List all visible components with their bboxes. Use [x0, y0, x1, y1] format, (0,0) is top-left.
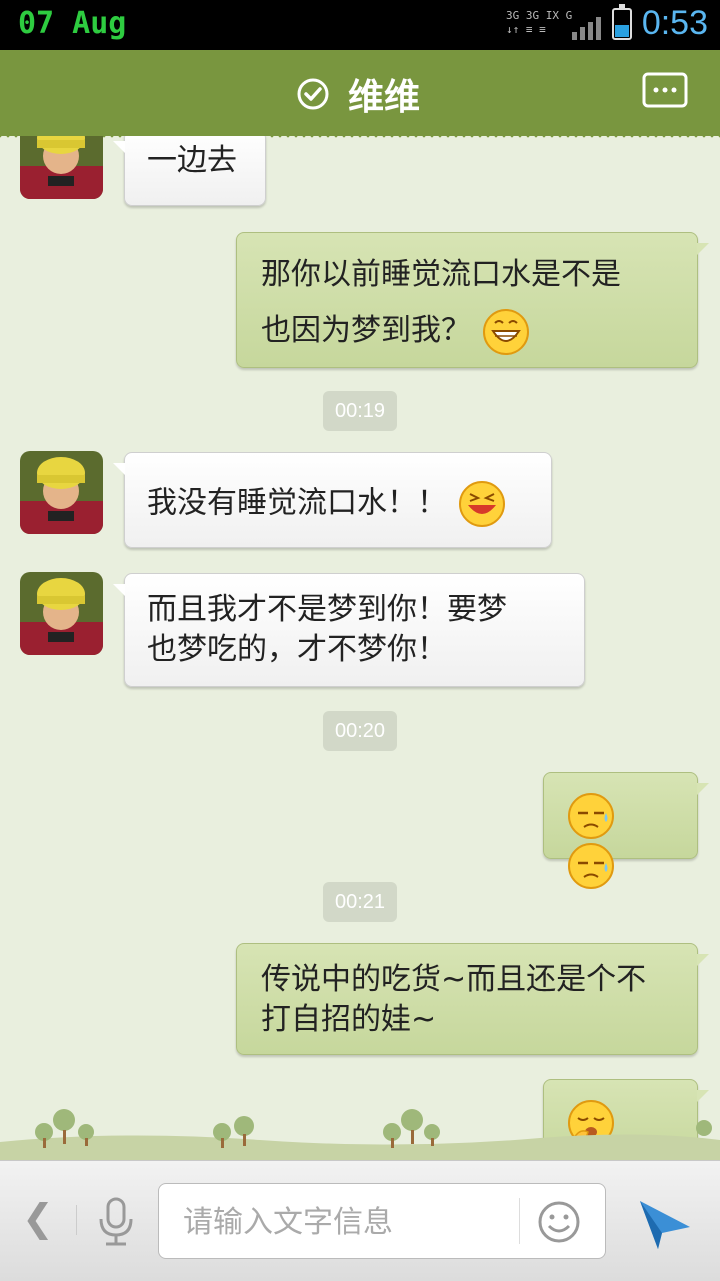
- laugh-emoji-icon: [457, 479, 507, 529]
- message-text: 而且我才不是梦到你！要梦: [147, 592, 507, 627]
- message-text: 一边去: [147, 143, 237, 178]
- chat-title: 维维: [296, 70, 420, 118]
- chat-area[interactable]: 一边去 那你以前睡觉流口水是不是 也因为梦到我？ 00:19 我没有睡觉流口水！…: [0, 136, 720, 1160]
- message-timestamp: 00:21: [323, 882, 397, 922]
- message-bubble-received[interactable]: 而且我才不是梦到你！要梦 也梦吃的，才不梦你！: [113, 573, 585, 687]
- contact-name: 维维: [348, 77, 421, 118]
- contact-avatar[interactable]: [20, 572, 103, 655]
- message-text: 也因为梦到我？: [261, 313, 471, 348]
- message-text: 那你以前睡觉流口水是不是: [261, 257, 621, 292]
- signal-icon: [572, 17, 601, 40]
- sweat-emoji-icon: [566, 791, 616, 841]
- contact-avatar[interactable]: [20, 451, 103, 534]
- message-text: 我没有睡觉流口水！！: [147, 485, 447, 521]
- send-icon[interactable]: [636, 1195, 692, 1251]
- sweat-emoji-icon: [566, 841, 616, 891]
- contact-avatar[interactable]: [20, 136, 103, 199]
- message-input-box: [158, 1183, 606, 1259]
- landscape-decoration: [0, 1109, 720, 1160]
- message-bubble-sent[interactable]: [543, 772, 709, 889]
- chat-header: 维维: [0, 50, 720, 140]
- message-timestamp: 00:20: [323, 711, 397, 751]
- message-text: 也梦吃的，才不梦你！: [147, 632, 447, 667]
- message-text: 打自招的娃~: [261, 1002, 437, 1037]
- input-bar: ❮: [0, 1160, 720, 1281]
- message-input[interactable]: [181, 1200, 505, 1244]
- network-indicator: 3G 3G IX G ↓↑ ≡ ≡: [506, 9, 573, 36]
- message-bubble-sent[interactable]: 那你以前睡觉流口水是不是 也因为梦到我？: [236, 232, 709, 368]
- microphone-icon[interactable]: [96, 1197, 136, 1247]
- message-text: 传说中的吃货~而且还是个不: [261, 962, 647, 997]
- message-bubble-sent[interactable]: 传说中的吃货~而且还是个不 打自招的娃~: [236, 943, 709, 1055]
- message-bubble-received[interactable]: 一边去: [113, 136, 266, 206]
- status-time: 0:53: [641, 4, 708, 42]
- message-timestamp: 00:19: [323, 391, 397, 431]
- check-circle-icon: [297, 78, 329, 110]
- grin-emoji-icon: [481, 307, 531, 357]
- network-label: 3G 3G IX G: [506, 9, 573, 22]
- chat-menu-icon[interactable]: [642, 72, 688, 110]
- status-bar: 07 Aug 3G 3G IX G ↓↑ ≡ ≡ 0:53: [0, 0, 720, 50]
- chevron-left-icon[interactable]: ❮: [22, 1196, 54, 1240]
- status-date: 07 Aug: [18, 6, 127, 41]
- battery-icon: [612, 4, 632, 40]
- smiley-icon[interactable]: [537, 1200, 581, 1244]
- message-bubble-received[interactable]: 我没有睡觉流口水！！: [113, 452, 552, 548]
